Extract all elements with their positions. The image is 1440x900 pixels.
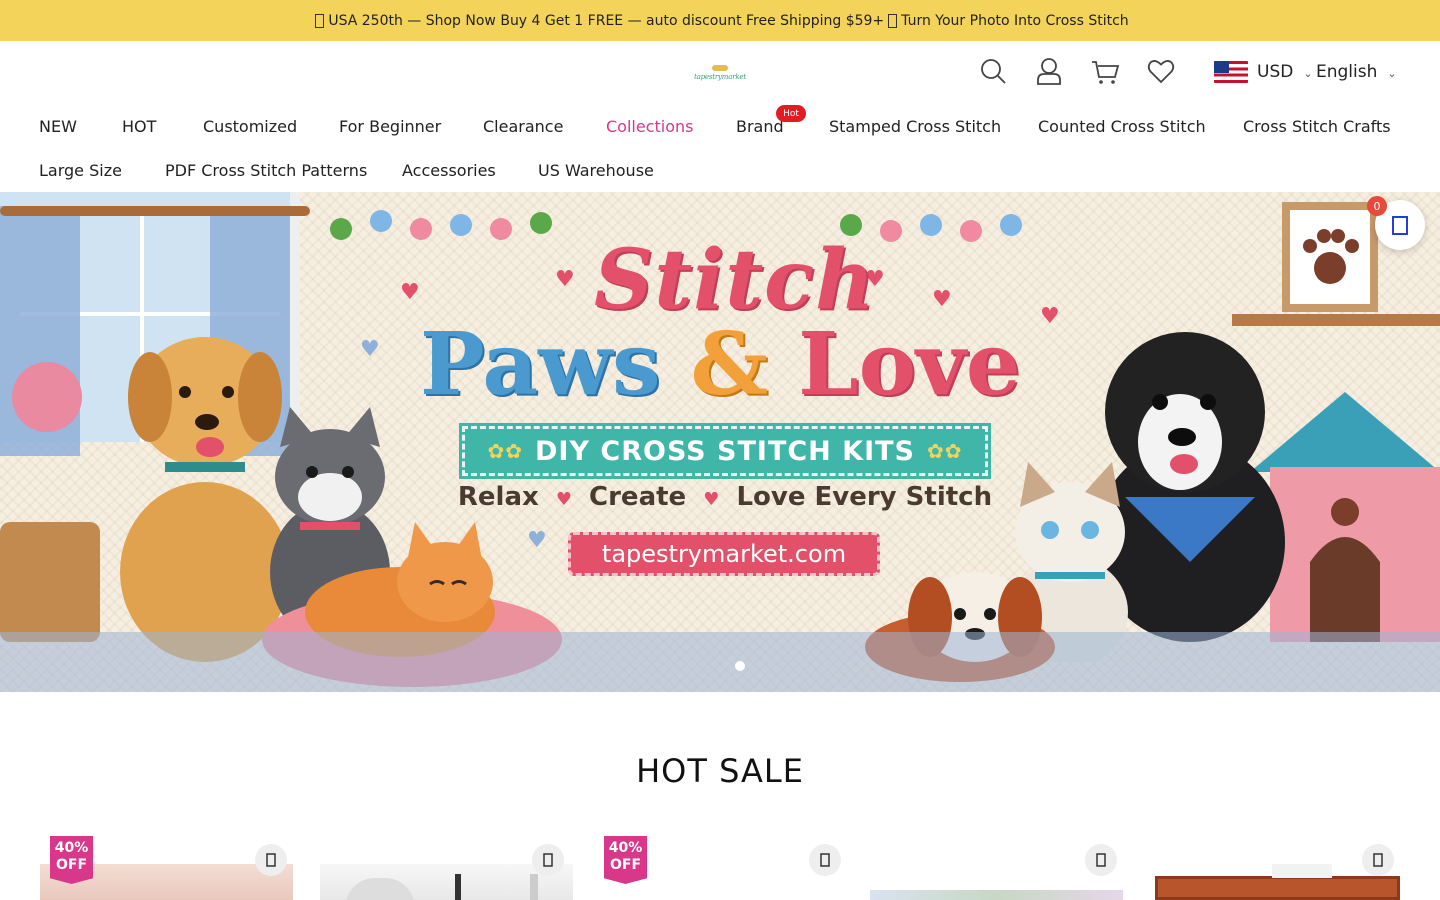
nav-item-us-warehouse[interactable]: US Warehouse <box>538 161 654 181</box>
nav-item-accessories[interactable]: Accessories <box>402 161 496 181</box>
nav-item-new[interactable]: NEW <box>39 117 77 137</box>
garland-left <box>330 200 610 240</box>
cart-count-badge: 0 <box>1367 196 1387 216</box>
language-selector[interactable]: English ⌄ <box>1316 60 1397 84</box>
language-label: English <box>1316 62 1378 82</box>
hero-banner[interactable]: ♥ ♥ ♥ ♥ ♥ ♥ ♥ Stitch Paws & Love ✿✿ DIY … <box>0 192 1440 692</box>
nav-item-stamped-cross-stitch[interactable]: Stamped Cross Stitch <box>829 117 1001 137</box>
heart-deco-icon: ♥ <box>400 280 420 305</box>
discount-value: 40% <box>608 840 643 856</box>
wishlist-icon <box>1096 853 1106 867</box>
nav-item-collections[interactable]: Collections <box>606 117 693 137</box>
hero-ribbon: ✿✿ DIY CROSS STITCH KITS ✿✿ <box>459 423 991 479</box>
nav-item-pdf-patterns[interactable]: PDF Cross Stitch Patterns <box>165 161 367 181</box>
main-nav: NEW HOT Customized For Beginner Clearanc… <box>0 103 1440 192</box>
hero-title: Paws & Love <box>420 314 1021 415</box>
wishlist-button[interactable] <box>532 844 564 876</box>
hero-title-love: Love <box>798 314 1021 415</box>
cart-icon[interactable] <box>1091 57 1119 85</box>
search-icon[interactable] <box>979 57 1007 85</box>
flower-deco-icon: ✿✿ <box>487 439 523 463</box>
tagline-relax: Relax <box>457 482 539 512</box>
user-icon[interactable] <box>1035 57 1063 85</box>
chevron-down-icon: ⌄ <box>1387 66 1397 80</box>
wishlist-button[interactable] <box>1362 844 1394 876</box>
floor-illustration <box>0 632 1440 692</box>
hero-url: tapestrymarket.com <box>568 532 880 576</box>
chevron-down-icon: ⌄ <box>1303 66 1313 80</box>
announcement-text: USA 250th — Shop Now Buy 4 Get 1 FREE — … <box>328 12 885 29</box>
discount-badge: 40% OFF <box>604 836 647 884</box>
site-header: tapestrymarket USD ⌄ English ⌄ <box>0 41 1440 103</box>
currency-label: USD <box>1257 62 1294 82</box>
wishlist-icon <box>266 853 276 867</box>
nav-item-clearance[interactable]: Clearance <box>483 117 563 137</box>
wishlist-icon <box>1373 853 1383 867</box>
wishlist-icon <box>820 853 830 867</box>
hot-badge: Hot <box>776 105 806 122</box>
section-title-hot-sale: HOT SALE <box>636 752 804 790</box>
paw-frame-illustration <box>1282 202 1378 312</box>
heart-icon[interactable] <box>1147 57 1175 85</box>
discount-off: OFF <box>55 857 88 873</box>
discount-value: 40% <box>54 840 89 856</box>
announcement-bar[interactable]: USA 250th — Shop Now Buy 4 Get 1 FREE — … <box>0 0 1440 41</box>
hero-tagline: Relax ♥ Create ♥ Love Every Stitch <box>420 482 1030 512</box>
hero-title-amp: & <box>690 314 769 415</box>
logo-text: tapestrymarket <box>694 73 746 81</box>
cart-icon <box>1392 216 1408 235</box>
wishlist-button[interactable] <box>809 844 841 876</box>
heart-deco-icon: ♥ <box>932 287 952 312</box>
us-flag-icon <box>1214 61 1248 83</box>
nav-item-customized[interactable]: Customized <box>203 117 297 137</box>
wishlist-button[interactable] <box>1085 844 1117 876</box>
heart-separator-icon: ♥ <box>555 489 572 510</box>
nav-item-for-beginner[interactable]: For Beginner <box>339 117 441 137</box>
flower-vase-illustration <box>12 362 82 432</box>
hero-ribbon-text: DIY CROSS STITCH KITS <box>534 435 915 467</box>
curtain-rod <box>0 206 310 216</box>
heart-separator-icon: ♥ <box>703 489 720 510</box>
carousel-dot[interactable] <box>735 661 745 671</box>
logo[interactable]: tapestrymarket <box>693 55 747 91</box>
wishlist-icon <box>543 853 553 867</box>
heart-deco-icon: ♥ <box>527 528 547 553</box>
tagline-create: Create <box>589 482 687 512</box>
nav-item-large-size[interactable]: Large Size <box>39 161 122 181</box>
heart-deco-icon: ♥ <box>1040 304 1060 329</box>
flag-icon <box>315 13 325 28</box>
garland-right <box>840 200 1120 242</box>
product-card-4[interactable] <box>870 864 1123 900</box>
heart-deco-icon: ♥ <box>360 337 380 362</box>
nav-item-brand[interactable]: Brand <box>736 117 784 137</box>
nav-item-counted-cross-stitch[interactable]: Counted Cross Stitch <box>1038 117 1206 137</box>
camera-icon <box>888 13 898 28</box>
basket-illustration <box>0 522 100 642</box>
nav-item-hot[interactable]: HOT <box>122 117 156 137</box>
logo-mark-icon <box>712 65 728 71</box>
flower-deco-icon: ✿✿ <box>927 439 963 463</box>
nav-item-cross-stitch-crafts[interactable]: Cross Stitch Crafts <box>1243 117 1391 137</box>
currency-selector[interactable]: USD ⌄ <box>1214 60 1313 84</box>
heart-deco-icon: ♥ <box>555 267 575 292</box>
product-card-5[interactable] <box>1147 864 1400 900</box>
tagline-love: Love Every Stitch <box>736 482 993 512</box>
wishlist-button[interactable] <box>255 844 287 876</box>
discount-badge: 40% OFF <box>50 836 93 884</box>
discount-off: OFF <box>609 857 642 873</box>
hero-title-paws: Paws <box>420 314 661 415</box>
announcement-text-2: Turn Your Photo Into Cross Stitch <box>901 12 1129 29</box>
